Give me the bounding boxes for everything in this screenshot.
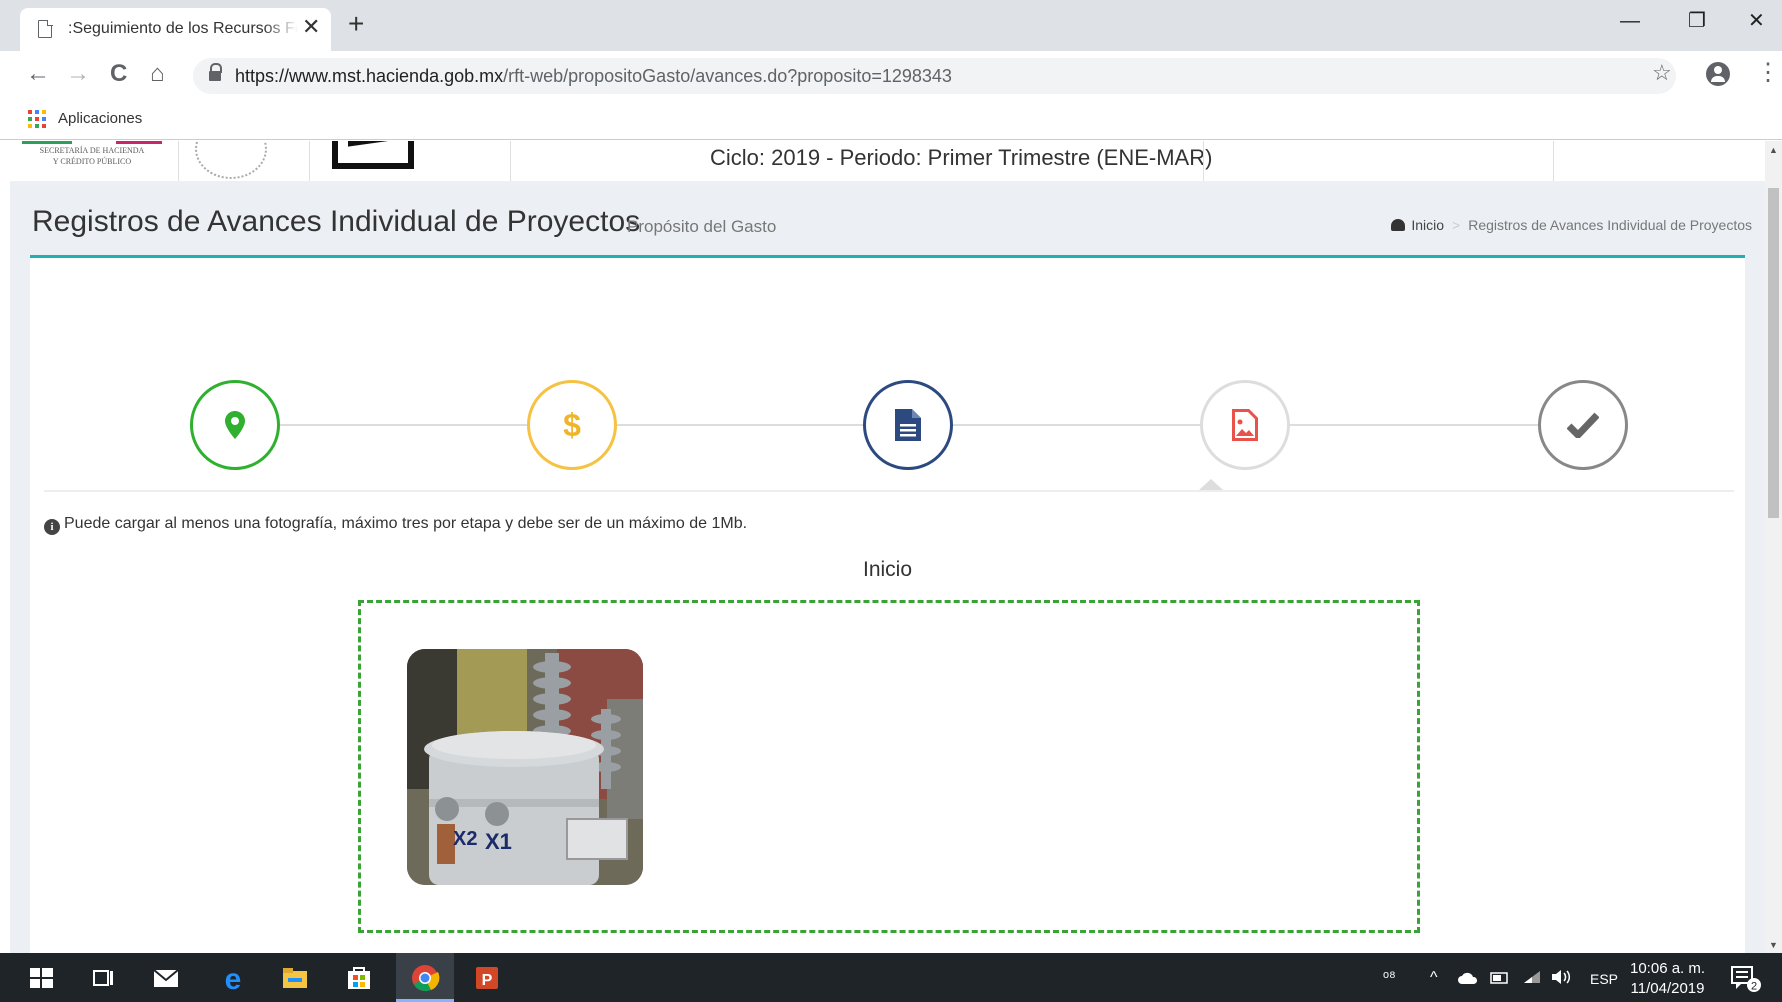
browser-toolbar: ← → C ⌂ https://www.mst.hacienda.gob.mx/… bbox=[0, 51, 1782, 101]
shcp-logo-text: SECRETARÍA DE HACIENDA Y CRÉDITO PÚBLICO bbox=[39, 146, 145, 166]
bookmark-star-icon[interactable]: ☆ bbox=[1652, 60, 1672, 86]
info-icon: i bbox=[44, 519, 60, 535]
scroll-up-arrow-icon[interactable]: ▲ bbox=[1769, 145, 1778, 155]
scrollbar-thumb[interactable] bbox=[1768, 188, 1779, 518]
windows-taskbar: e P ᵒ⁸ ^ ESP 10:06 a. m. 11/04/2019 2 bbox=[0, 953, 1782, 1002]
minimize-button[interactable]: — bbox=[1620, 10, 1640, 32]
step-photos[interactable] bbox=[1200, 380, 1290, 470]
upload-info-message: i Puede cargar al menos una fotografía, m… bbox=[44, 515, 747, 535]
document-icon bbox=[895, 409, 921, 441]
address-bar[interactable]: https://www.mst.hacienda.gob.mx/rft-web/… bbox=[193, 58, 1676, 94]
stage-title: Inicio bbox=[862, 558, 913, 581]
close-window-button[interactable]: ✕ bbox=[1748, 10, 1765, 32]
browser-menu-icon[interactable]: ⋮ bbox=[1756, 60, 1780, 86]
windows-start-icon[interactable] bbox=[26, 963, 56, 993]
apps-grid-icon[interactable] bbox=[28, 110, 46, 128]
header-divider bbox=[1553, 141, 1554, 181]
breadcrumb: Inicio > Registros de Avances Individual d… bbox=[1391, 217, 1752, 233]
edge-browser-icon[interactable]: e bbox=[218, 963, 248, 993]
map-marker-icon bbox=[225, 411, 245, 439]
onedrive-icon[interactable] bbox=[1458, 971, 1478, 985]
photo-label-x1: X1 bbox=[485, 829, 512, 854]
system-clock[interactable]: 10:06 a. m. 11/04/2019 bbox=[1630, 959, 1705, 999]
browser-tab-bar: :Seguimiento de los Recursos Fe ✕ + — ❐ … bbox=[0, 0, 1782, 51]
wifi-icon[interactable] bbox=[1522, 969, 1542, 985]
account-icon[interactable] bbox=[1706, 62, 1730, 86]
check-icon bbox=[1567, 412, 1599, 438]
cycle-period-label: Ciclo: 2019 - Periodo: Primer Trimestre … bbox=[710, 145, 1213, 170]
scroll-down-arrow-icon[interactable]: ▼ bbox=[1769, 940, 1778, 950]
tray-chevron-icon[interactable]: ^ bbox=[1430, 969, 1438, 987]
logo-color-bars bbox=[22, 141, 162, 144]
notification-count: 2 bbox=[1751, 981, 1757, 993]
restore-button[interactable]: ❐ bbox=[1688, 10, 1706, 32]
upload-info-text: Puede cargar al menos una fotografía, má… bbox=[64, 515, 748, 532]
step-location[interactable] bbox=[190, 380, 280, 470]
header-divider bbox=[309, 141, 310, 181]
people-icon[interactable]: ᵒ⁸ bbox=[1383, 969, 1396, 987]
page-icon bbox=[38, 19, 53, 38]
task-view-icon[interactable] bbox=[88, 963, 118, 993]
lock-icon bbox=[209, 63, 222, 81]
dashboard-icon bbox=[1391, 219, 1406, 231]
site-header: SECRETARÍA DE HACIENDA Y CRÉDITO PÚBLICO… bbox=[10, 141, 1765, 181]
forward-button[interactable]: → bbox=[66, 61, 90, 87]
language-indicator[interactable]: ESP bbox=[1590, 971, 1618, 987]
tab-title: :Seguimiento de los Recursos Fe bbox=[68, 20, 298, 37]
tab-close-icon[interactable]: ✕ bbox=[302, 16, 320, 38]
breadcrumb-home-link[interactable]: Inicio bbox=[1411, 217, 1444, 233]
breadcrumb-separator: > bbox=[1452, 217, 1461, 233]
national-seal-icon bbox=[195, 141, 267, 179]
wizard-divider bbox=[44, 490, 1734, 492]
file-explorer-icon[interactable] bbox=[280, 963, 310, 993]
page-title: Registros de Avances Individual de Proye… bbox=[32, 205, 641, 238]
back-button[interactable]: ← bbox=[26, 61, 50, 87]
new-tab-button[interactable]: + bbox=[348, 10, 364, 38]
uploaded-photo-thumbnail[interactable]: X2 X1 bbox=[407, 649, 643, 885]
mail-icon[interactable] bbox=[151, 963, 181, 993]
browser-tab[interactable]: :Seguimiento de los Recursos Fe ✕ bbox=[20, 8, 331, 51]
svg-text:$: $ bbox=[563, 408, 581, 442]
chrome-icon[interactable] bbox=[410, 963, 440, 993]
bookmarks-bar: Aplicaciones bbox=[0, 101, 1782, 140]
active-step-caret bbox=[1199, 479, 1223, 490]
transformer-photo: X2 X1 bbox=[407, 649, 643, 885]
apps-bookmark[interactable]: Aplicaciones bbox=[58, 110, 142, 127]
notifications-icon[interactable]: 2 bbox=[1730, 965, 1762, 993]
page-viewport: SECRETARÍA DE HACIENDA Y CRÉDITO PÚBLICO… bbox=[10, 141, 1765, 953]
svg-text:e: e bbox=[225, 963, 242, 993]
header-divider bbox=[1203, 141, 1204, 181]
store-icon[interactable] bbox=[344, 963, 374, 993]
clock-time: 10:06 a. m. bbox=[1630, 960, 1706, 977]
image-file-icon bbox=[1232, 409, 1258, 441]
page-subtitle: Propósito del Gasto bbox=[627, 217, 777, 236]
home-button[interactable]: ⌂ bbox=[150, 61, 165, 87]
powerpoint-icon[interactable]: P bbox=[472, 963, 502, 993]
wizard-panel: $ i Puede cargar al menos una fotografía,… bbox=[30, 255, 1745, 953]
clock-date: 11/04/2019 bbox=[1630, 980, 1705, 997]
header-divider bbox=[510, 141, 511, 181]
reload-button[interactable]: C bbox=[110, 61, 127, 87]
svg-text:P: P bbox=[482, 972, 493, 989]
step-finish[interactable] bbox=[1538, 380, 1628, 470]
step-budget[interactable]: $ bbox=[527, 380, 617, 470]
photo-dropzone[interactable]: X2 X1 bbox=[358, 600, 1420, 933]
photo-label-x2: X2 bbox=[453, 828, 477, 850]
header-divider bbox=[178, 141, 179, 181]
breadcrumb-current: Registros de Avances Individual de Proye… bbox=[1468, 217, 1752, 233]
battery-icon[interactable] bbox=[1490, 971, 1510, 985]
dollar-icon: $ bbox=[563, 408, 581, 442]
volume-icon[interactable] bbox=[1550, 969, 1572, 985]
step-documents[interactable] bbox=[863, 380, 953, 470]
url-text[interactable]: https://www.mst.hacienda.gob.mx/rft-web/… bbox=[235, 66, 952, 87]
program-logo-icon bbox=[332, 141, 414, 169]
